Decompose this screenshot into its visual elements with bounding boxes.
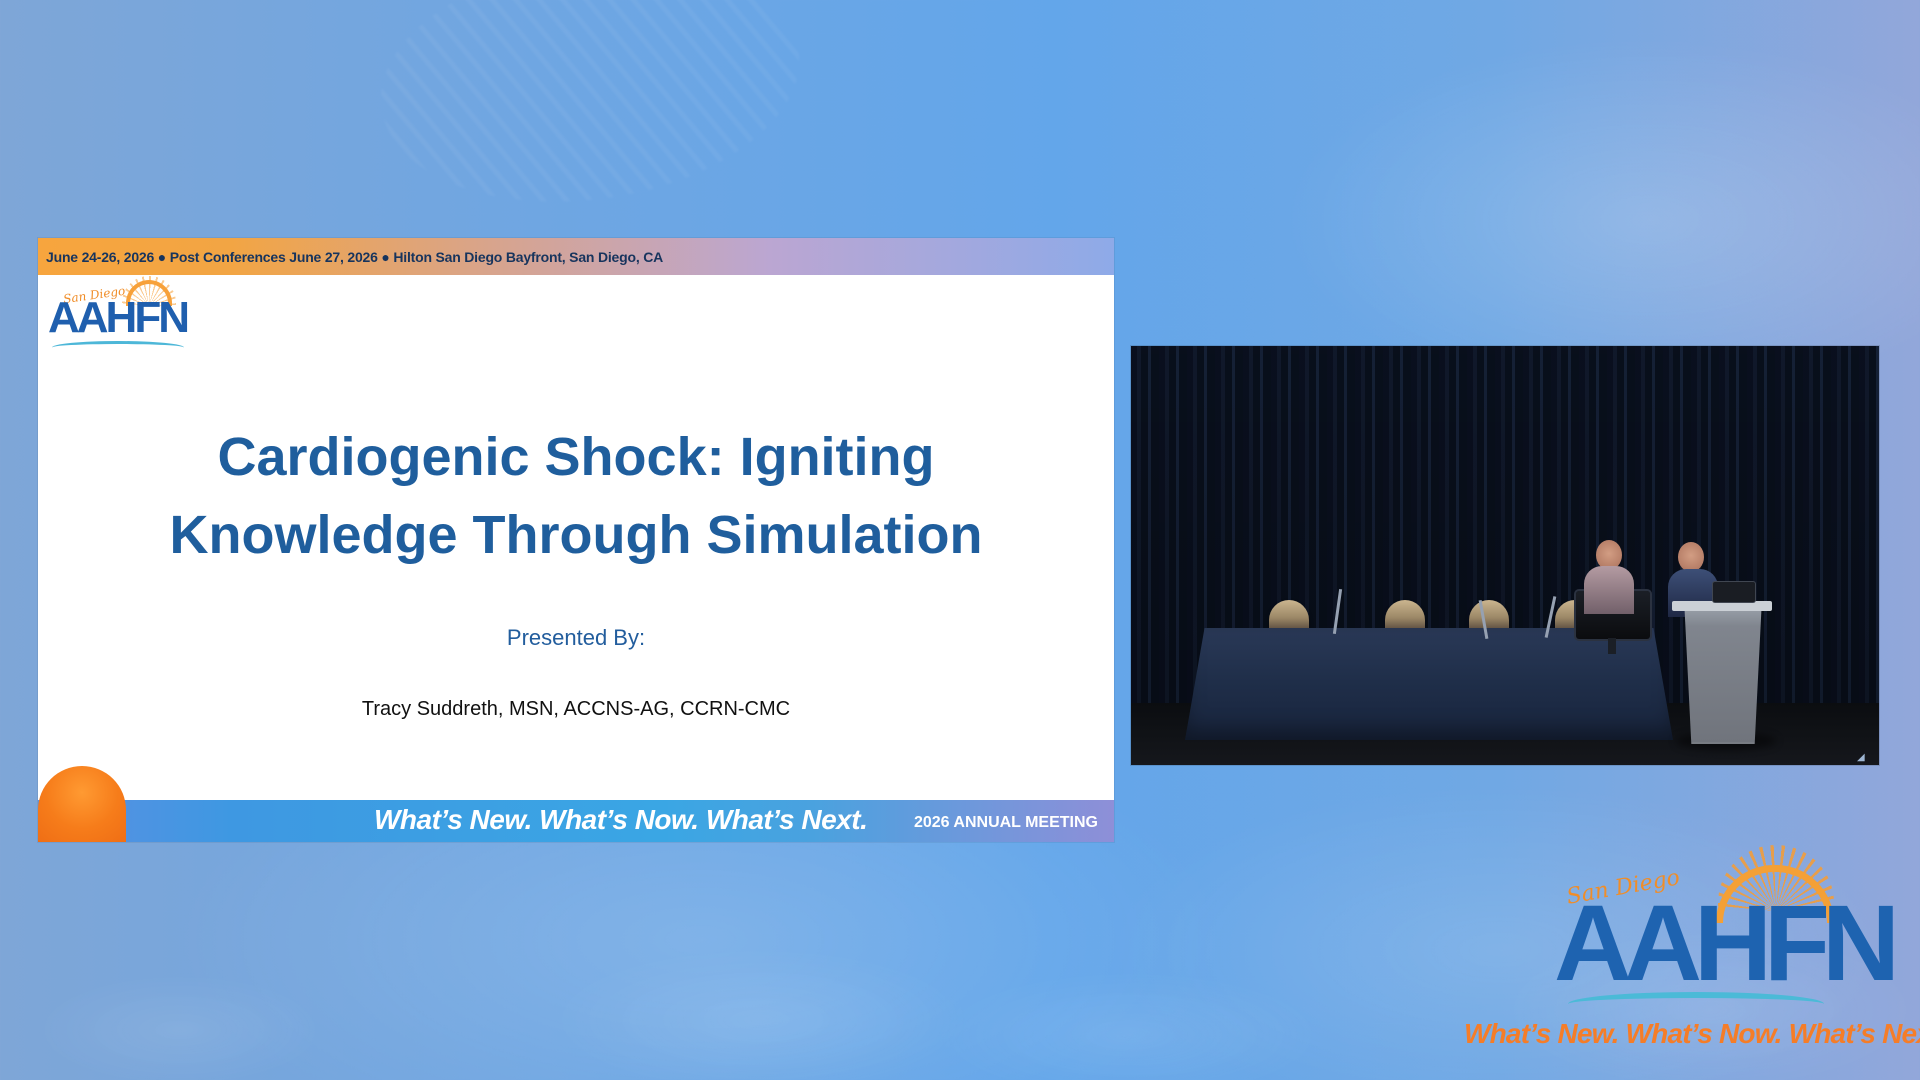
speaker-video-panel: ◢ [1131, 346, 1879, 765]
presentation-slide: June 24-26, 2026 ● Post Conferences June… [38, 238, 1114, 842]
podium [1684, 604, 1762, 744]
orange-circle-decoration [38, 766, 126, 842]
wave-icon [52, 341, 184, 354]
presented-by-label: Presented By: [506, 625, 646, 650]
slide-title: Cardiogenic Shock: Igniting Knowledge Th… [38, 418, 1114, 574]
podium-top [1672, 601, 1772, 611]
slide-title-line-1: Cardiogenic Shock: Igniting [217, 427, 935, 487]
annual-meeting-label: 2026 ANNUAL MEETING [913, 814, 1098, 831]
logo-wordmark: AAHFN [48, 293, 190, 342]
corner-tagline: What’s New. What’s Now. What’s Next. [1464, 1018, 1920, 1049]
person-head [1678, 542, 1704, 572]
corner-aahfn-branding: San Diego AAHFN What’s New. What’s Now. … [1464, 845, 1920, 1060]
presenter-name: Tracy Suddreth, MSN, ACCNS-AG, CCRN-CMC [361, 698, 791, 720]
slide-aahfn-logo: San Diego AAHFN [48, 276, 198, 358]
wave-icon [1568, 992, 1824, 1016]
slide-tagline: What’s New. What’s Now. What’s Next. [374, 804, 868, 835]
laptop-icon [1713, 582, 1755, 602]
slide-top-banner: June 24-26, 2026 ● Post Conferences June… [38, 238, 1114, 275]
corner-logo-wordmark: AAHFN [1554, 882, 1900, 1003]
person-body [1584, 566, 1634, 614]
panel-table [1185, 628, 1673, 740]
corner-mark-icon: ◢ [1857, 752, 1865, 763]
monitor-stand [1608, 638, 1616, 654]
event-details-text: June 24-26, 2026 ● Post Conferences June… [46, 248, 664, 265]
background-palm-frond [359, 0, 821, 242]
slide-title-line-2: Knowledge Through Simulation [169, 505, 983, 565]
